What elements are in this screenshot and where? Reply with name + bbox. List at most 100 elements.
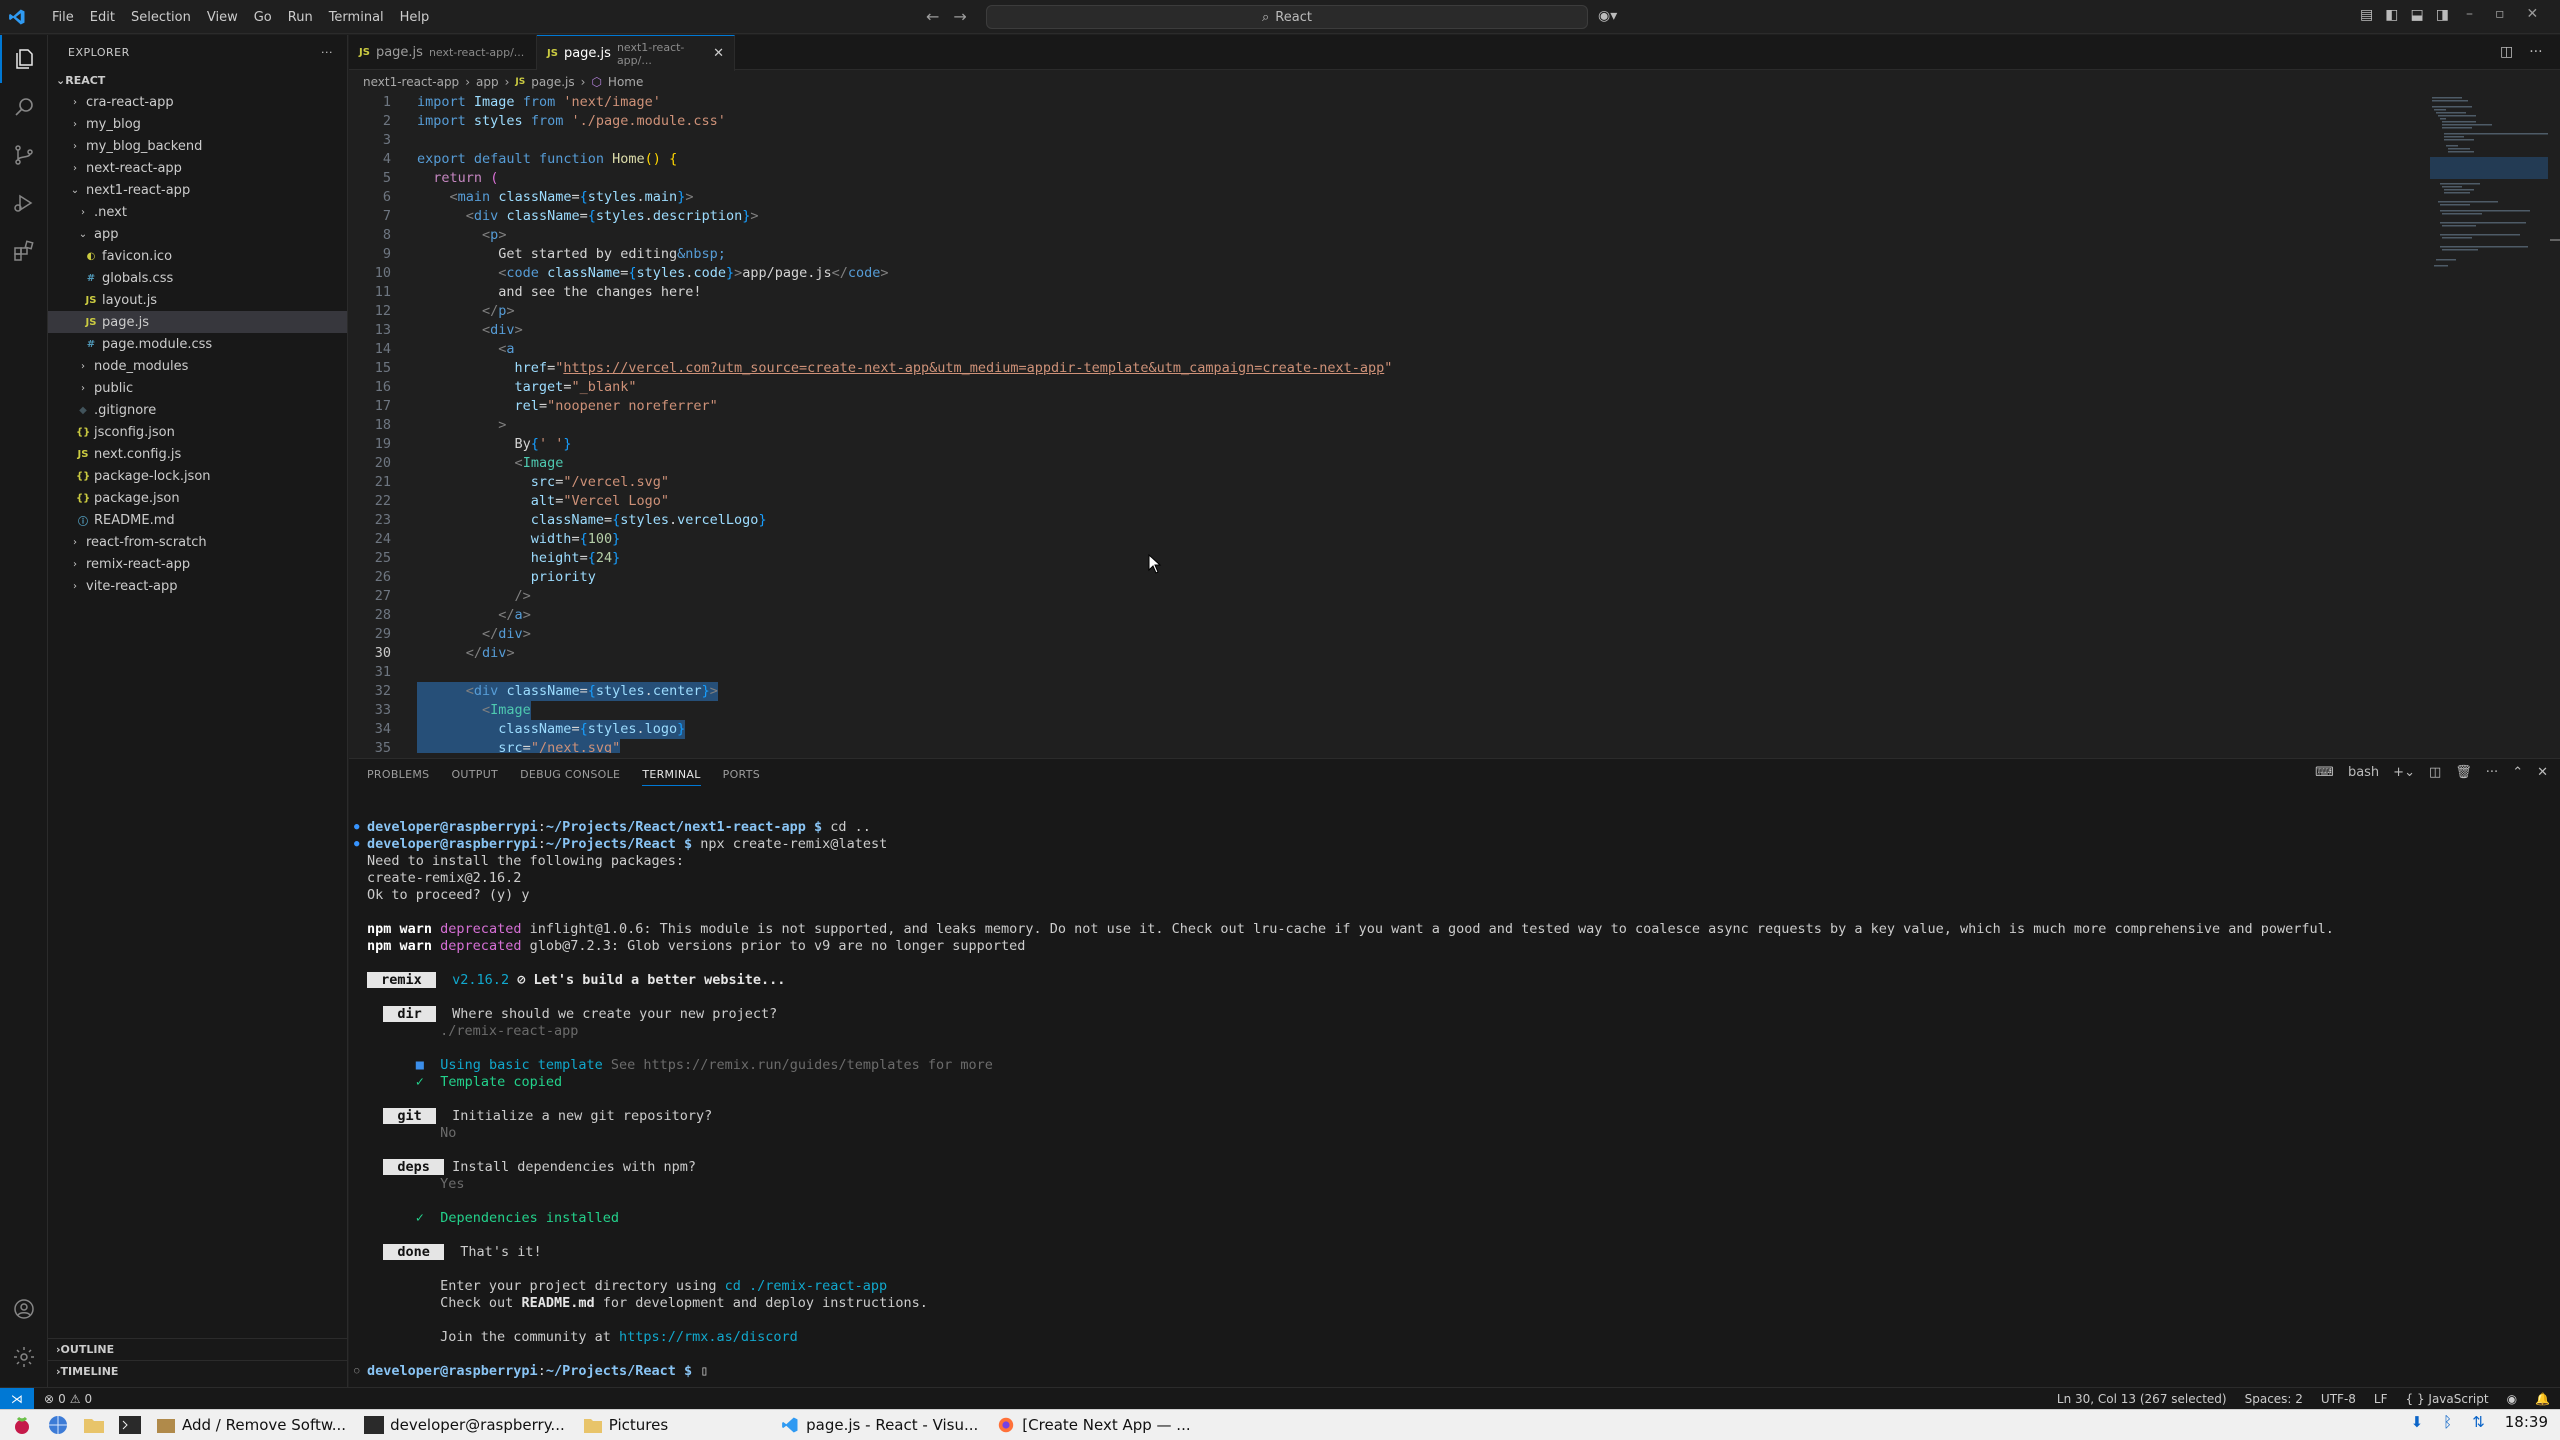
close-panel-icon[interactable]: ✕ bbox=[2537, 765, 2548, 780]
timeline-section[interactable]: › TIMELINE bbox=[48, 1360, 348, 1382]
tree-item[interactable]: › cra-react-app bbox=[48, 91, 347, 113]
breadcrumb-item[interactable]: Home bbox=[608, 75, 643, 89]
command-decoration-icon[interactable]: ● bbox=[354, 836, 359, 853]
tree-item[interactable]: JS layout.js bbox=[48, 289, 347, 311]
back-arrow-icon[interactable]: ← bbox=[926, 7, 939, 26]
tree-item[interactable]: {} package-lock.json bbox=[48, 465, 347, 487]
menu-selection[interactable]: Selection bbox=[123, 10, 199, 25]
copilot-icon[interactable]: ◉▾ bbox=[1598, 8, 1617, 24]
cursor-position[interactable]: Ln 30, Col 13 (267 selected) bbox=[2057, 1392, 2227, 1406]
source-control-icon[interactable] bbox=[0, 131, 48, 179]
tree-item[interactable]: › vite-react-app bbox=[48, 575, 347, 597]
accounts-icon[interactable] bbox=[0, 1285, 48, 1333]
breadcrumb-item[interactable]: next1-react-app bbox=[363, 75, 459, 89]
breadcrumb-item[interactable]: app bbox=[476, 75, 499, 89]
toggle-panel-icon[interactable]: ⬓ bbox=[2410, 7, 2423, 23]
code-editor[interactable]: 1 import Image from 'next/image' 2 import s… bbox=[349, 93, 2429, 753]
terminal-output[interactable]: ● developer@raspberrypi:~/Projects/React/… bbox=[349, 819, 2549, 1380]
tree-item[interactable]: # page.module.css bbox=[48, 333, 347, 355]
tree-item[interactable]: ⌄ next1-react-app bbox=[48, 179, 347, 201]
menu-view[interactable]: View bbox=[199, 10, 246, 25]
close-icon[interactable]: ✕ bbox=[2527, 6, 2539, 22]
network-icon[interactable]: ⇅ bbox=[2472, 1413, 2485, 1431]
new-terminal-icon[interactable]: +⌄ bbox=[2393, 765, 2415, 780]
more-actions-icon[interactable]: ··· bbox=[2486, 765, 2498, 780]
indentation[interactable]: Spaces: 2 bbox=[2245, 1392, 2303, 1406]
browser-globe-icon[interactable] bbox=[44, 1413, 72, 1437]
tree-item[interactable]: JS page.js bbox=[48, 311, 347, 333]
notifications-bell-icon[interactable]: 🔔 bbox=[2535, 1392, 2550, 1406]
tree-item[interactable]: ⌄ app bbox=[48, 223, 347, 245]
menu-file[interactable]: File bbox=[44, 10, 82, 25]
explorer-icon[interactable] bbox=[0, 35, 48, 83]
menu-run[interactable]: Run bbox=[280, 10, 321, 25]
tree-item[interactable]: › public bbox=[48, 377, 347, 399]
split-editor-icon[interactable]: ◫ bbox=[2500, 44, 2513, 60]
outline-section[interactable]: › OUTLINE bbox=[48, 1338, 348, 1360]
tree-item[interactable]: › my_blog bbox=[48, 113, 347, 135]
tree-item[interactable]: ◆ .gitignore bbox=[48, 399, 347, 421]
task-firefox[interactable]: [Create Next App — ... bbox=[990, 1411, 1196, 1439]
tab-page-js-next1-react-app[interactable]: JS page.js next1-react-app/... ✕ bbox=[537, 35, 735, 71]
customize-layout-icon[interactable]: ▤ bbox=[2360, 7, 2373, 23]
tab-problems[interactable]: PROBLEMS bbox=[367, 768, 429, 781]
tab-page-js-next-react-app[interactable]: JS page.js next-react-app/... bbox=[349, 35, 537, 70]
minimize-icon[interactable]: – bbox=[2466, 6, 2473, 22]
manage-gear-icon[interactable] bbox=[0, 1333, 48, 1381]
run-debug-icon[interactable] bbox=[0, 179, 48, 227]
copilot-status-icon[interactable]: ◉ bbox=[2507, 1392, 2517, 1406]
tab-output[interactable]: OUTPUT bbox=[451, 768, 498, 781]
maximize-panel-icon[interactable]: ⌃ bbox=[2512, 765, 2523, 780]
tree-item[interactable]: {} jsconfig.json bbox=[48, 421, 347, 443]
workspace-root[interactable]: ⌄ REACT bbox=[48, 69, 347, 91]
tab-ports[interactable]: PORTS bbox=[723, 768, 760, 781]
split-terminal-icon[interactable]: ◫ bbox=[2429, 765, 2441, 780]
breadcrumb-item[interactable]: page.js bbox=[531, 75, 574, 89]
problems-indicator[interactable]: ⊗ 0 ⚠ 0 bbox=[44, 1392, 92, 1406]
task-add-remove-software[interactable]: Add / Remove Softw... bbox=[150, 1411, 352, 1439]
task-pictures[interactable]: Pictures bbox=[577, 1411, 674, 1439]
tab-debug-console[interactable]: DEBUG CONSOLE bbox=[520, 768, 620, 781]
tree-item[interactable]: › node_modules bbox=[48, 355, 347, 377]
end-of-line[interactable]: LF bbox=[2374, 1392, 2388, 1406]
language-mode[interactable]: { } JavaScript bbox=[2406, 1392, 2489, 1406]
trash-icon[interactable]: 🗑 bbox=[2455, 765, 2472, 780]
forward-arrow-icon[interactable]: → bbox=[953, 7, 966, 26]
tree-item[interactable]: {} package.json bbox=[48, 487, 347, 509]
shell-name[interactable]: bash bbox=[2348, 765, 2379, 780]
maximize-icon[interactable]: ▫ bbox=[2495, 6, 2505, 22]
more-actions-icon[interactable]: ··· bbox=[321, 46, 333, 59]
remote-indicator-icon[interactable]: ⋊ bbox=[0, 1387, 34, 1410]
terminal-app-icon[interactable] bbox=[116, 1413, 144, 1437]
tree-item[interactable]: › .next bbox=[48, 201, 347, 223]
tree-item[interactable]: ◐ favicon.ico bbox=[48, 245, 347, 267]
toggle-sidebar-icon[interactable]: ◧ bbox=[2385, 7, 2398, 23]
command-decoration-icon[interactable]: ○ bbox=[354, 1363, 359, 1380]
menu-edit[interactable]: Edit bbox=[82, 10, 123, 25]
more-actions-icon[interactable]: ··· bbox=[2529, 44, 2542, 60]
clock[interactable]: 18:39 bbox=[2505, 1413, 2548, 1431]
file-manager-icon[interactable] bbox=[80, 1413, 108, 1437]
download-icon[interactable]: ⬇ bbox=[2411, 1413, 2424, 1431]
minimap[interactable] bbox=[2430, 93, 2548, 333]
tree-item[interactable]: ⓘ README.md bbox=[48, 509, 347, 531]
menu-terminal[interactable]: Terminal bbox=[321, 10, 392, 25]
raspberry-menu-icon[interactable] bbox=[8, 1413, 36, 1437]
toggle-secondary-sidebar-icon[interactable]: ◨ bbox=[2436, 7, 2449, 23]
tab-terminal[interactable]: TERMINAL bbox=[642, 768, 701, 786]
bluetooth-icon[interactable]: ᛒ bbox=[2443, 1413, 2452, 1431]
task-terminal[interactable]: developer@raspberry... bbox=[358, 1411, 571, 1439]
tree-item[interactable]: # globals.css bbox=[48, 267, 347, 289]
command-center-search[interactable]: ⌕ React bbox=[986, 5, 1588, 29]
scrollbar-thumb[interactable] bbox=[2550, 239, 2560, 241]
close-tab-icon[interactable]: ✕ bbox=[713, 46, 724, 61]
tree-item[interactable]: JS next.config.js bbox=[48, 443, 347, 465]
command-decoration-icon[interactable]: ● bbox=[354, 819, 359, 836]
editor-scrollbar[interactable] bbox=[2546, 93, 2560, 753]
search-icon[interactable] bbox=[0, 83, 48, 131]
tree-item[interactable]: › remix-react-app bbox=[48, 553, 347, 575]
tree-item[interactable]: › next-react-app bbox=[48, 157, 347, 179]
tree-item[interactable]: › my_blog_backend bbox=[48, 135, 347, 157]
encoding[interactable]: UTF-8 bbox=[2321, 1392, 2356, 1406]
tree-item[interactable]: › react-from-scratch bbox=[48, 531, 347, 553]
